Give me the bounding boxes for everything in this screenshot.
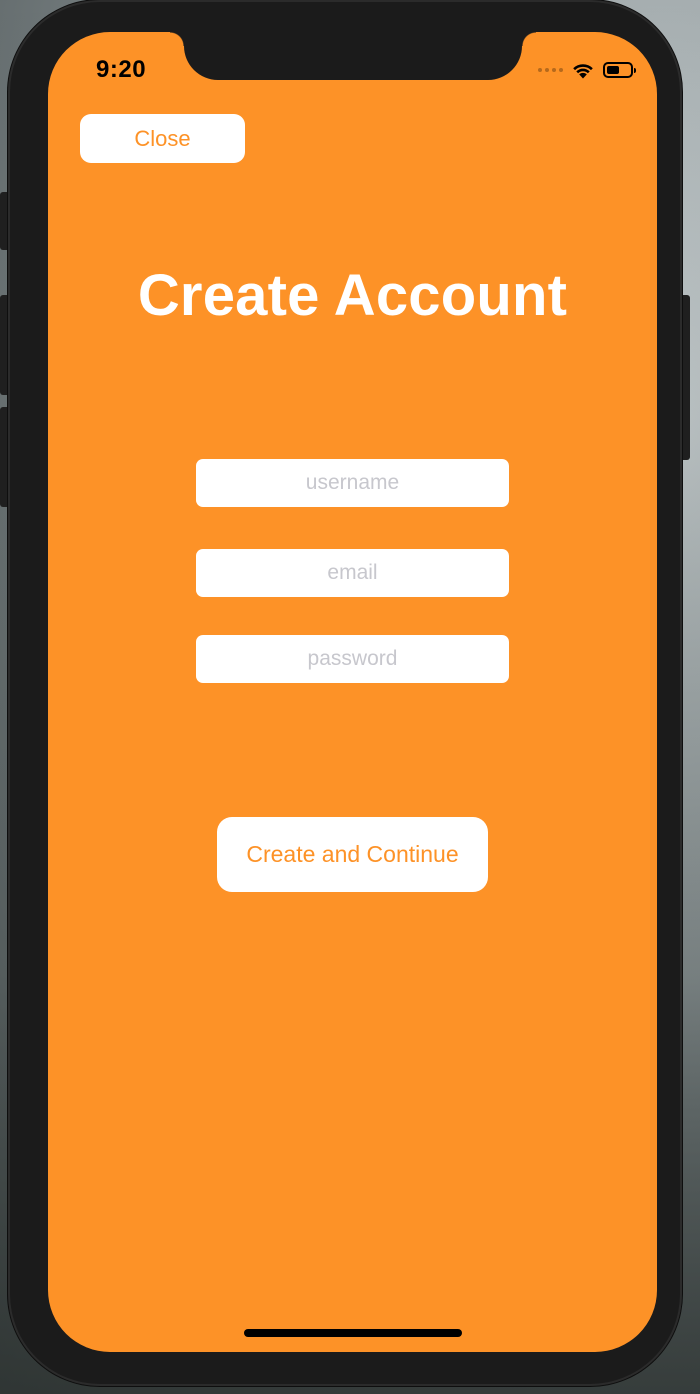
status-bar-indicators xyxy=(538,58,636,82)
create-and-continue-button[interactable]: Create and Continue xyxy=(217,817,488,892)
status-bar-time: 9:20 xyxy=(96,56,147,83)
device-notch xyxy=(170,32,536,80)
close-button[interactable]: Close xyxy=(80,114,245,163)
device-frame: 9:20 Close Create Account Create and Con… xyxy=(8,0,682,1386)
wifi-icon xyxy=(573,64,593,79)
password-field[interactable] xyxy=(196,635,509,683)
battery-icon xyxy=(603,62,636,78)
app-screen: 9:20 Close Create Account Create and Con… xyxy=(48,32,657,1352)
username-field[interactable] xyxy=(196,459,509,507)
signal-dots-icon xyxy=(538,68,563,72)
home-indicator[interactable] xyxy=(244,1329,462,1337)
page-title: Create Account xyxy=(137,263,568,328)
email-field[interactable] xyxy=(196,549,509,597)
